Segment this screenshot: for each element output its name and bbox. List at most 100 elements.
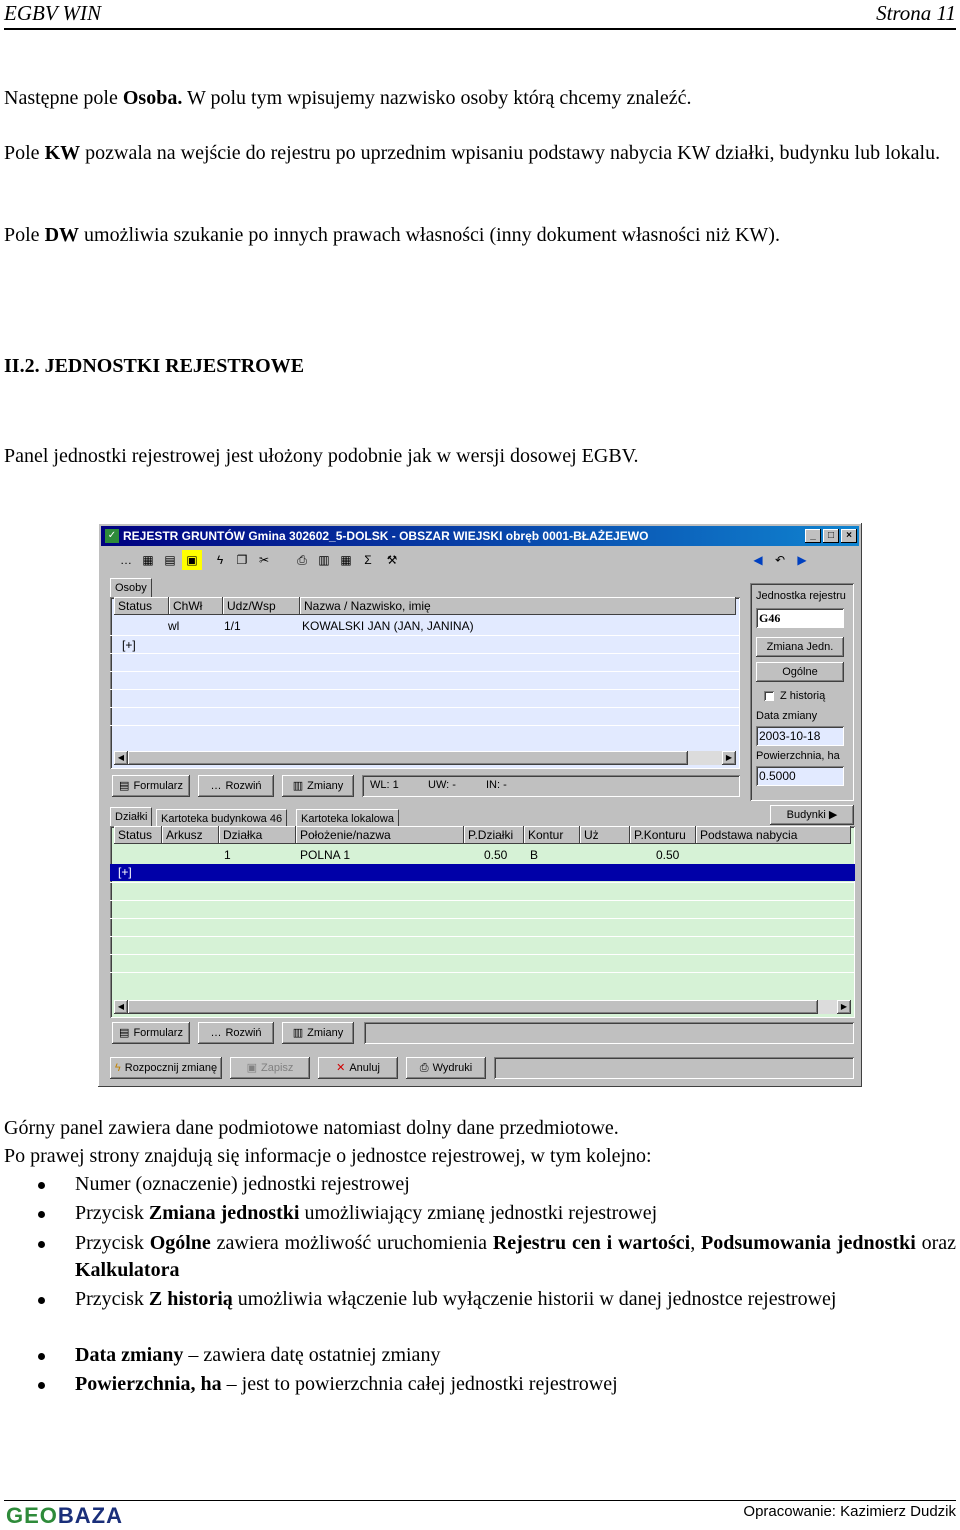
- header-right: Strona 11: [876, 1, 956, 25]
- section-heading: II.2. JEDNOSTKI REJESTROWE: [4, 355, 305, 377]
- col-pkonturu[interactable]: P.Konturu: [630, 826, 696, 844]
- cell-nazwa[interactable]: KOWALSKI JAN (JAN, JANINA): [302, 617, 474, 635]
- cell-chwl[interactable]: wl: [168, 617, 179, 635]
- tab-kartoteka-lokalowa[interactable]: Kartoteka lokalowa: [296, 809, 399, 826]
- minimize-button[interactable]: _: [805, 529, 821, 543]
- col-dzialka[interactable]: Działka: [219, 826, 296, 844]
- selected-row[interactable]: [+]: [110, 864, 855, 881]
- col-kontur[interactable]: Kontur: [524, 826, 580, 844]
- footer-author: Opracowanie: Kazimierz Dudzik: [743, 1503, 956, 1520]
- bullet-icon: [38, 1241, 45, 1248]
- upper-rozwin-button[interactable]: … Rozwiń: [198, 775, 274, 797]
- scroll-thumb[interactable]: [128, 1000, 818, 1014]
- copy-icon[interactable]: ❐: [232, 550, 252, 570]
- table-icon[interactable]: ▦: [336, 550, 356, 570]
- changes-icon: ▥: [292, 780, 304, 792]
- print-icon[interactable]: ⎙: [292, 550, 312, 570]
- jr-label: Jednostka rejestru: [756, 590, 846, 602]
- calculator-icon[interactable]: ▦: [138, 550, 158, 570]
- ellipsis-icon: …: [210, 780, 222, 792]
- ogolne-button[interactable]: Ogólne: [756, 662, 844, 682]
- historia-label: Z historią: [780, 690, 826, 702]
- lower-rozwin-button[interactable]: … Rozwiń: [198, 1022, 274, 1044]
- arrow-left-icon[interactable]: ◀: [748, 550, 768, 570]
- bullet-icon: [38, 1297, 45, 1304]
- cell-pkonturu[interactable]: 0.50: [656, 846, 679, 864]
- paragraph-panels: Górny panel zawiera dane podmiotowe nato…: [4, 1117, 619, 1139]
- col-status[interactable]: Status: [114, 597, 169, 615]
- powierzchnia-field[interactable]: 0.5000: [756, 766, 844, 786]
- lower-hscrollbar[interactable]: ◀ ▶: [114, 1000, 851, 1014]
- add-row-marker[interactable]: [+]: [118, 863, 132, 881]
- app-titlebar: ✓ REJESTR GRUNTÓW Gmina 302602_5-DOLSK -…: [101, 526, 859, 546]
- rozpocznij-zmiane-button[interactable]: ϟ Rozpocznij zmianę: [110, 1057, 222, 1079]
- bullet-icon: [38, 1382, 45, 1389]
- status-wl: WL: 1: [370, 779, 399, 791]
- geobaza-logo: GEOBAZA: [6, 1503, 124, 1528]
- paragraph-kw: Pole KW pozwala na wejście do rejestru p…: [4, 142, 941, 164]
- status-in: IN: -: [486, 779, 507, 791]
- select-icon[interactable]: ▣: [182, 550, 202, 570]
- tab-dzialki[interactable]: Działki: [110, 807, 153, 826]
- wydruki-button[interactable]: ⎙ Wydruki: [406, 1057, 486, 1079]
- data-zmiany-label: Data zmiany: [756, 710, 818, 722]
- app-icon: ✓: [105, 529, 119, 543]
- paragraph-dw: Pole DW umożliwia szukanie po innych pra…: [4, 224, 780, 246]
- scroll-right-icon[interactable]: ▶: [837, 1000, 851, 1014]
- scroll-right-icon[interactable]: ▶: [722, 751, 736, 765]
- close-button[interactable]: ×: [841, 529, 857, 543]
- cell-polozenie[interactable]: POLNA 1: [300, 846, 350, 864]
- anuluj-button[interactable]: ✕ Anuluj: [318, 1057, 398, 1079]
- cell-udz[interactable]: 1/1: [224, 617, 241, 635]
- cell-kontur[interactable]: B: [530, 846, 538, 864]
- scroll-thumb[interactable]: [128, 751, 688, 765]
- sum-icon[interactable]: Σ: [358, 550, 378, 570]
- col-nazwa[interactable]: Nazwa / Nazwisko, imię: [300, 597, 736, 615]
- col-status[interactable]: Status: [114, 826, 162, 844]
- upper-zmiany-button[interactable]: ▥ Zmiany: [282, 775, 354, 797]
- lower-zmiany-button[interactable]: ▥ Zmiany: [282, 1022, 354, 1044]
- document-icon[interactable]: ▤: [160, 550, 180, 570]
- col-pdzialki[interactable]: P.Działki: [464, 826, 524, 844]
- tab-kartoteka-budynkowa[interactable]: Kartoteka budynkowa 46: [156, 809, 288, 826]
- ellipsis-icon[interactable]: …: [116, 550, 136, 570]
- col-uz[interactable]: Uż: [580, 826, 630, 844]
- lower-formularz-button[interactable]: ▤ Formularz: [112, 1022, 190, 1044]
- upper-formularz-button[interactable]: ▤ Formularz: [112, 775, 190, 797]
- scissors-icon[interactable]: ✂: [254, 550, 274, 570]
- side-panel: Jednostka rejestru G46 Zmiana Jedn. Ogól…: [750, 583, 854, 801]
- scroll-left-icon[interactable]: ◀: [114, 1000, 128, 1014]
- lower-status-bar: [364, 1022, 854, 1044]
- col-podstawa[interactable]: Podstawa nabycia: [696, 826, 851, 844]
- tools-icon[interactable]: ⚒: [382, 550, 402, 570]
- dzialki-grid: Status Arkusz Działka Położenie/nazwa P.…: [110, 826, 855, 1018]
- powierzchnia-label: Powierzchnia, ha: [756, 750, 840, 762]
- col-udz[interactable]: Udz/Wsp: [223, 597, 300, 615]
- add-row-marker[interactable]: [+]: [122, 636, 136, 654]
- zmiana-jedn-button[interactable]: Zmiana Jedn.: [756, 637, 844, 657]
- jr-field[interactable]: G46: [756, 608, 844, 628]
- upper-hscrollbar[interactable]: ◀ ▶: [114, 751, 736, 765]
- paragraph-panel: Panel jednostki rejestrowej jest ułożony…: [4, 445, 639, 467]
- arrow-right-icon[interactable]: ▶: [792, 550, 812, 570]
- historia-checkbox[interactable]: [764, 691, 774, 701]
- cell-dzialka[interactable]: 1: [224, 846, 231, 864]
- upper-status-bar: WL: 1 UW: - IN: -: [362, 775, 740, 797]
- col-polozenie[interactable]: Położenie/nazwa: [296, 826, 464, 844]
- scroll-left-icon[interactable]: ◀: [114, 751, 128, 765]
- cell-pdzialki[interactable]: 0.50: [484, 846, 507, 864]
- col-chwl[interactable]: ChWł: [169, 597, 223, 615]
- lightning-icon[interactable]: ϟ: [210, 550, 230, 570]
- paragraph-right: Po prawej strony znajdują się informacje…: [4, 1145, 652, 1167]
- header-left: EGBV WIN: [4, 1, 102, 25]
- app-screenshot: ✓ REJESTR GRUNTÓW Gmina 302602_5-DOLSK -…: [98, 523, 862, 1087]
- budynki-button[interactable]: Budynki ▶: [770, 805, 854, 825]
- cancel-icon: ✕: [336, 1062, 346, 1074]
- col-arkusz[interactable]: Arkusz: [162, 826, 219, 844]
- tab-osoby[interactable]: Osoby: [110, 578, 152, 597]
- data-zmiany-field[interactable]: 2003-10-18: [756, 726, 844, 746]
- maximize-button[interactable]: □: [823, 529, 839, 543]
- zapisz-button[interactable]: ▣ Zapisz: [230, 1057, 310, 1079]
- undo-icon[interactable]: ↶: [770, 550, 790, 570]
- grid-icon[interactable]: ▥: [314, 550, 334, 570]
